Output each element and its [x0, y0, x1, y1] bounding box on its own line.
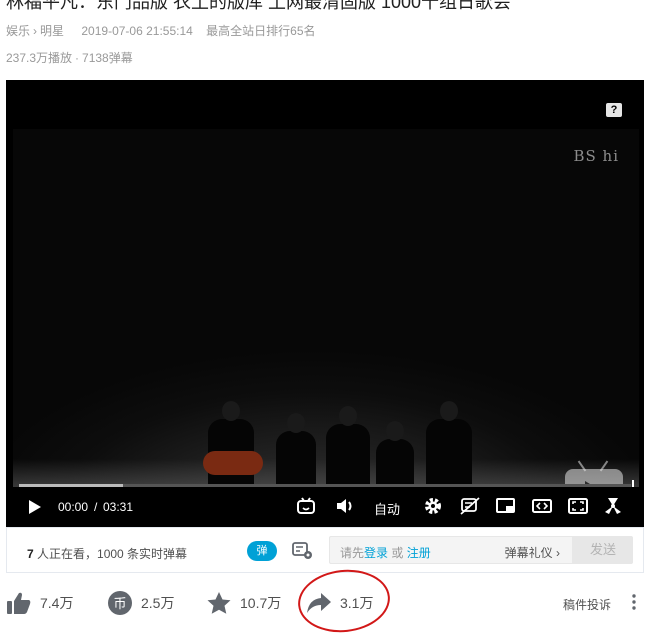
login-link[interactable]: 登录	[364, 546, 388, 560]
danmaku-off-icon[interactable]	[460, 497, 480, 515]
send-danmaku-button[interactable]: 发送	[573, 536, 633, 564]
player-controls: 00:00 / 03:31 自动	[6, 487, 644, 527]
star-icon	[206, 591, 232, 615]
danmaku-face-icon[interactable]	[296, 497, 316, 515]
like-button[interactable]: 7.4万	[6, 584, 73, 622]
publish-time: 2019-07-06 21:55:14	[81, 24, 193, 38]
volume-icon[interactable]	[335, 498, 355, 514]
current-time: 00:00	[58, 500, 89, 514]
favorite-button[interactable]: 10.7万	[206, 584, 281, 622]
coin-glyph: 币	[113, 597, 126, 612]
danmaku-input-placeholder: 请先登录 或 注册	[340, 544, 431, 561]
channel-watermark: BS hi	[573, 147, 619, 165]
more-options-icon[interactable]	[628, 592, 640, 612]
guitar-shape	[203, 451, 263, 475]
favorite-count: 10.7万	[240, 595, 282, 611]
watching-info: 7 人正在看，1000 条实时弹幕	[27, 545, 187, 562]
video-meta: 娱乐 › 明星 2019-07-06 21:55:14 最高全站日排行65名	[6, 22, 316, 39]
danmaku-etiquette-link[interactable]: 弹幕礼仪 ›	[505, 544, 560, 561]
danmaku-send-bar: 7 人正在看，1000 条实时弹幕 弹 请先登录 或 注册 弹幕礼仪 › 发送	[6, 527, 644, 573]
watching-label: 人正在看，	[33, 547, 98, 561]
video-stats: 237.3万播放 · 7138弹幕	[6, 49, 133, 66]
fullscreen-icon[interactable]	[604, 497, 622, 515]
video-title: 林福平凡：东门品版 衣土的版库 土网最清固版 1000十组日歌会	[6, 0, 512, 10]
web-fullscreen-icon[interactable]	[568, 498, 588, 514]
pip-icon[interactable]	[496, 498, 516, 514]
time-separator: /	[94, 500, 98, 514]
danmaku-count: 7138弹幕	[82, 51, 133, 65]
share-count: 3.1万	[340, 595, 374, 611]
share-arrow-icon	[306, 591, 332, 615]
stats-dot: ·	[75, 51, 80, 65]
video-frame[interactable]: BS hi	[13, 129, 639, 527]
coin-icon: 币	[107, 590, 133, 616]
quality-selector[interactable]: 自动	[374, 499, 400, 518]
breadcrumb-category[interactable]: 娱乐	[6, 24, 30, 38]
help-icon[interactable]: ?	[606, 103, 622, 117]
play-count: 237.3万播放	[6, 51, 73, 65]
register-link[interactable]: 注册	[407, 546, 431, 560]
realtime-danmaku-count: 1000 条实时弹幕	[97, 547, 188, 561]
coin-button[interactable]: 币 2.5万	[107, 584, 174, 622]
danmaku-input[interactable]: 请先登录 或 注册 弹幕礼仪 ›	[329, 536, 573, 564]
login-prompt-text: 请先	[340, 546, 365, 560]
coin-count: 2.5万	[141, 595, 175, 611]
watching-count: 7	[27, 547, 34, 561]
total-time: 03:31	[103, 500, 134, 514]
breadcrumb-separator: ›	[33, 24, 38, 38]
rank-info[interactable]: 最高全站日排行65名	[206, 24, 315, 38]
settings-gear-icon[interactable]	[424, 497, 442, 515]
widescreen-icon[interactable]	[532, 498, 552, 514]
report-link[interactable]: 稿件投诉	[563, 596, 611, 613]
danmaku-toggle[interactable]: 弹	[247, 541, 277, 561]
danmaku-settings-icon[interactable]	[292, 541, 314, 561]
like-icon	[6, 591, 32, 615]
breadcrumb-subcategory[interactable]: 明星	[40, 24, 64, 38]
video-player[interactable]: ? BS hi 00:00 / 03:31 自动	[6, 80, 644, 527]
or-text: 或	[388, 546, 407, 560]
play-icon[interactable]	[28, 499, 42, 515]
like-count: 7.4万	[40, 595, 74, 611]
share-button[interactable]: 3.1万	[306, 584, 373, 622]
video-actions: 7.4万 币 2.5万 10.7万 3.1万 稿件投诉	[0, 584, 649, 624]
